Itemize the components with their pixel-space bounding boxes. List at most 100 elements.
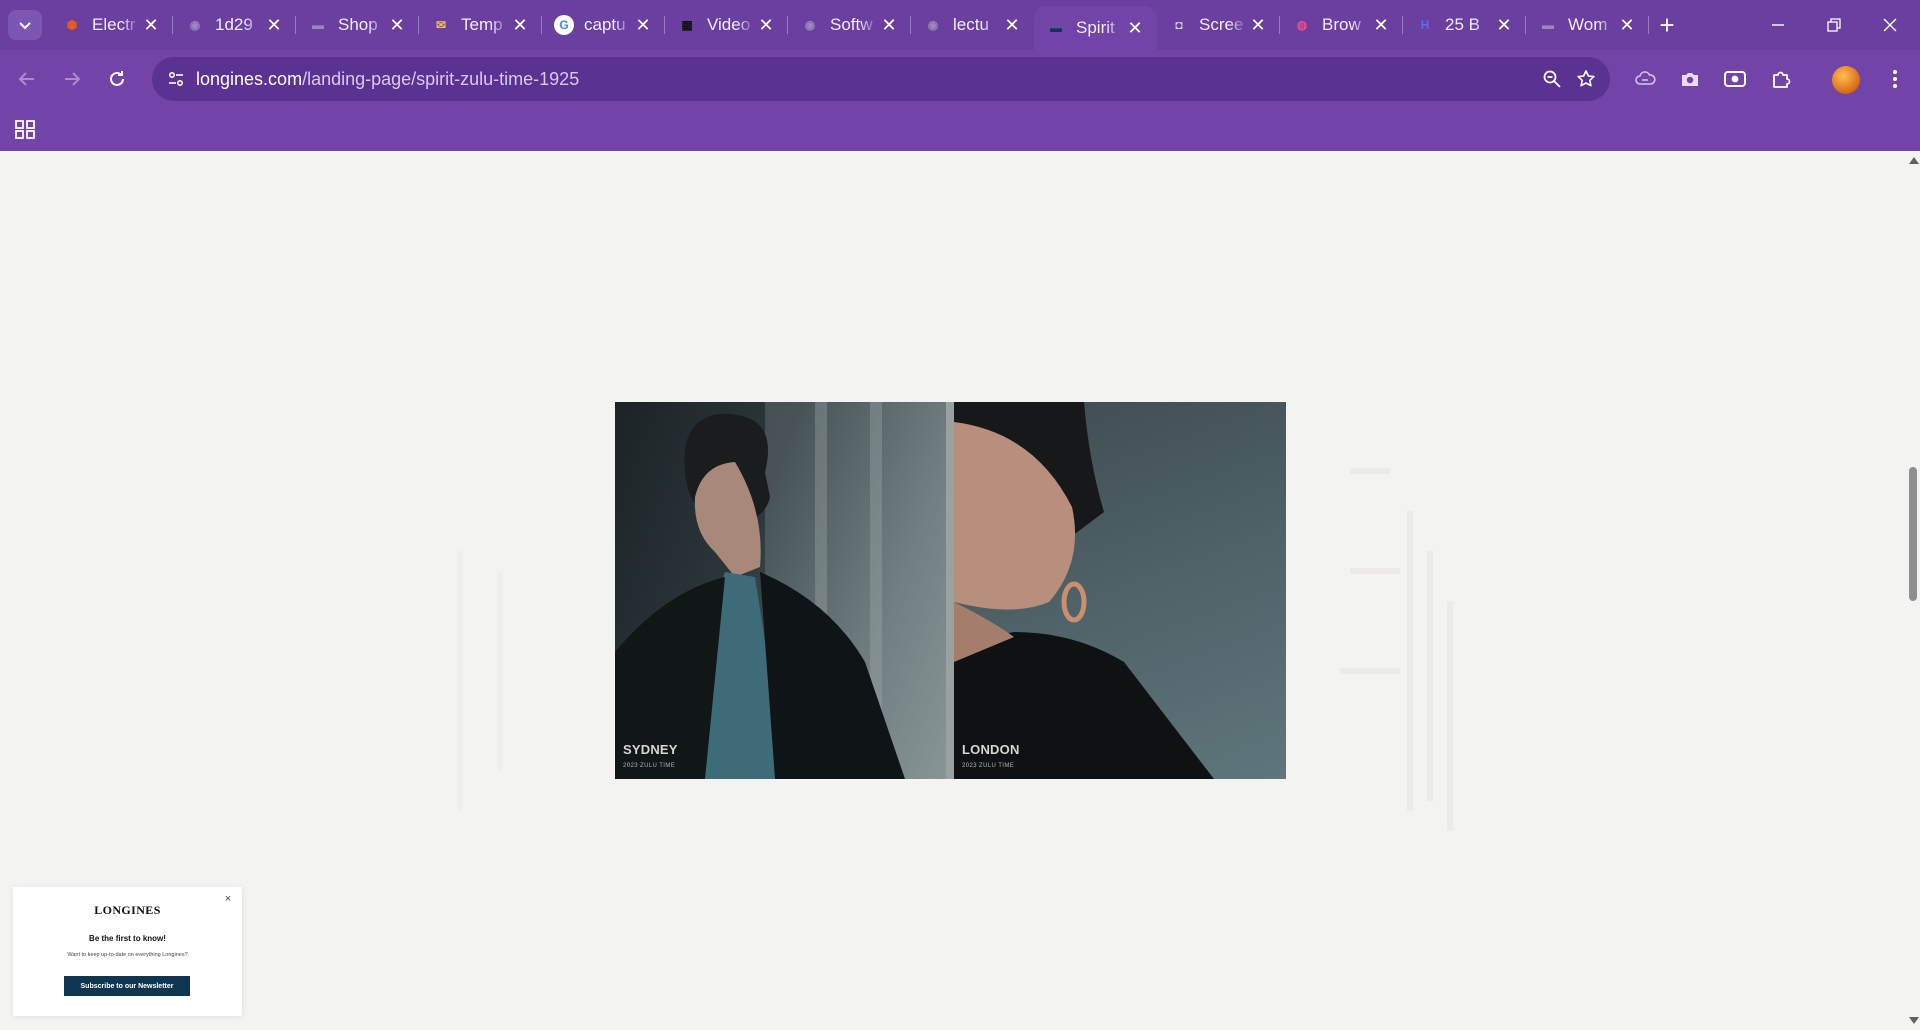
zulu-time-video[interactable]: SYDNEY 2023 ZULU TIME LONDON 2023 ZULU T… xyxy=(615,402,1286,779)
video-panel-sydney: SYDNEY 2023 ZULU TIME xyxy=(615,402,946,779)
browser-tab[interactable]: ◉ Softw ✕ xyxy=(788,0,911,50)
tab-title: lectu xyxy=(953,15,989,34)
google-icon: G xyxy=(554,15,574,35)
restore-icon xyxy=(1827,18,1841,32)
extension-cloud-button[interactable] xyxy=(1628,62,1662,96)
tune-icon xyxy=(168,71,184,87)
browser-tab[interactable]: ◉ lectu ✕ xyxy=(911,0,1034,50)
film-icon: ▦ xyxy=(681,18,693,32)
address-bar[interactable]: longines.com/landing-page/spirit-zulu-ti… xyxy=(152,57,1610,101)
tab-title: 1d29 xyxy=(215,15,253,34)
browser-menu-button[interactable] xyxy=(1878,62,1912,96)
video-divider xyxy=(946,402,954,779)
apps-grid-icon xyxy=(15,120,35,139)
tab-close-button[interactable]: ✕ xyxy=(633,15,653,35)
browser-tab[interactable]: ▬ Shop ✕ xyxy=(296,0,419,50)
bookmark-star-button[interactable] xyxy=(1572,65,1600,93)
browser-tab[interactable]: Gcaptu ✕ xyxy=(542,0,665,50)
newsletter-text: Want to keep up-to-date on everything Lo… xyxy=(67,952,188,958)
browser-tab[interactable]: ▦ Video ✕ xyxy=(665,0,788,50)
tab-separator xyxy=(1648,16,1649,34)
tab-close-button[interactable]: ✕ xyxy=(510,15,530,35)
star-icon xyxy=(1577,70,1595,87)
tab-close-button[interactable]: ✕ xyxy=(879,15,899,35)
globe-icon: ◉ xyxy=(189,18,201,32)
back-button[interactable] xyxy=(10,62,44,96)
scrollbar-thumb[interactable] xyxy=(1909,467,1917,601)
background-watch-graphic xyxy=(1340,468,1453,831)
minimize-icon xyxy=(1772,24,1784,26)
tab-title: Electr xyxy=(92,15,136,34)
newsletter-title: Be the first to know! xyxy=(89,934,166,943)
new-tab-button[interactable]: + xyxy=(1652,10,1682,40)
tab-title: Brow xyxy=(1322,15,1361,34)
scroll-down-arrow[interactable] xyxy=(1909,1017,1919,1024)
tab-close-button[interactable]: ✕ xyxy=(387,15,407,35)
browser-tab[interactable]: ◉ 1d29 ✕ xyxy=(173,0,296,50)
tab-close-button[interactable]: ✕ xyxy=(1002,15,1022,35)
browser-tab[interactable]: ▬ Wom ✕ xyxy=(1526,0,1649,50)
shop-icon: ▬ xyxy=(1542,18,1554,32)
h-icon: H xyxy=(1420,18,1430,32)
arrow-left-icon xyxy=(18,72,34,86)
minimize-button[interactable] xyxy=(1750,0,1806,50)
restore-button[interactable] xyxy=(1806,0,1862,50)
tab-close-button[interactable]: ✕ xyxy=(1617,15,1637,35)
extensions-button[interactable] xyxy=(1764,62,1798,96)
bookmarks-bar xyxy=(0,108,1920,151)
man-portrait-illustration xyxy=(615,402,946,779)
tab-title: Wom xyxy=(1568,15,1608,34)
browser-tab[interactable]: ✉ Temp ✕ xyxy=(419,0,542,50)
shop-icon: ▬ xyxy=(312,18,324,32)
video-panel-london: LONDON 2023 ZULU TIME xyxy=(954,402,1286,779)
profile-avatar[interactable] xyxy=(1832,66,1860,94)
browser-tab[interactable]: ◍ Brow ✕ xyxy=(1280,0,1403,50)
reload-icon xyxy=(110,71,124,86)
extension-screen-recorder-button[interactable] xyxy=(1718,62,1752,96)
tab-close-button[interactable]: ✕ xyxy=(141,15,161,35)
zoom-button[interactable] xyxy=(1538,65,1566,93)
tab-close-button[interactable]: ✕ xyxy=(1371,15,1391,35)
tab-list: ⬢ Electr ✕ ◉ 1d29 ✕ ▬ Shop ✕ ✉ Temp ✕ Gcaptu ✕ ▦ Video ✕… xyxy=(50,0,1649,50)
newsletter-popup: × LONGINES Be the first to know! Want to… xyxy=(13,887,242,1016)
dribbble-icon: ◍ xyxy=(1296,18,1308,32)
tab-close-button[interactable]: ✕ xyxy=(756,15,776,35)
tab-title: 25 B xyxy=(1445,15,1480,34)
tab-close-button[interactable]: ✕ xyxy=(1125,18,1145,38)
browser-tab[interactable]: H 25 B ✕ xyxy=(1403,0,1526,50)
browser-tab[interactable]: ▬ Spirit ✕ xyxy=(1034,6,1157,50)
time-label-sydney: 2023 ZULU TIME xyxy=(623,763,676,769)
site-info-button[interactable] xyxy=(162,65,190,93)
page-viewport: SYDNEY 2023 ZULU TIME LONDON 2023 ZULU T… xyxy=(0,151,1906,1030)
scroll-up-arrow[interactable] xyxy=(1909,157,1919,164)
city-label-sydney: SYDNEY xyxy=(623,742,678,757)
close-window-button[interactable] xyxy=(1862,0,1918,50)
url-text[interactable]: longines.com/landing-page/spirit-zulu-ti… xyxy=(196,69,579,90)
url-host: longines.com xyxy=(196,69,303,89)
woman-portrait-illustration xyxy=(954,402,1214,779)
tab-title: Video xyxy=(707,15,751,34)
globe-icon: ◉ xyxy=(927,18,939,32)
tab-close-button[interactable]: ✕ xyxy=(1494,15,1514,35)
extension-camera-button[interactable] xyxy=(1673,62,1707,96)
tab-title: captu xyxy=(584,15,626,34)
subscribe-newsletter-button[interactable]: Subscribe to our Newsletter xyxy=(64,976,190,996)
tab-close-button[interactable]: ✕ xyxy=(264,15,284,35)
apps-button[interactable] xyxy=(12,116,38,142)
tab-close-button[interactable]: ✕ xyxy=(1248,15,1268,35)
screen-record-icon xyxy=(1724,71,1746,87)
globe-icon: ◉ xyxy=(804,18,816,32)
tab-search-button[interactable] xyxy=(8,10,42,40)
city-label-london: LONDON xyxy=(962,742,1020,757)
url-path: /landing-page/spirit-zulu-time-1925 xyxy=(302,69,580,89)
tab-strip: ⬢ Electr ✕ ◉ 1d29 ✕ ▬ Shop ✕ ✉ Temp ✕ Gcaptu ✕ ▦ Video ✕… xyxy=(0,0,1920,50)
browser-toolbar: longines.com/landing-page/spirit-zulu-ti… xyxy=(0,50,1920,108)
page-scrollbar[interactable] xyxy=(1906,151,1920,1030)
browser-tab[interactable]: ⬢ Electr ✕ xyxy=(50,0,173,50)
reload-button[interactable] xyxy=(100,62,134,96)
forward-button[interactable] xyxy=(55,62,89,96)
tab-title: Softw xyxy=(830,15,873,34)
camera-icon: ◘ xyxy=(1175,18,1183,32)
puzzle-icon xyxy=(1773,71,1791,88)
browser-tab[interactable]: ◘ Scree ✕ xyxy=(1157,0,1280,50)
